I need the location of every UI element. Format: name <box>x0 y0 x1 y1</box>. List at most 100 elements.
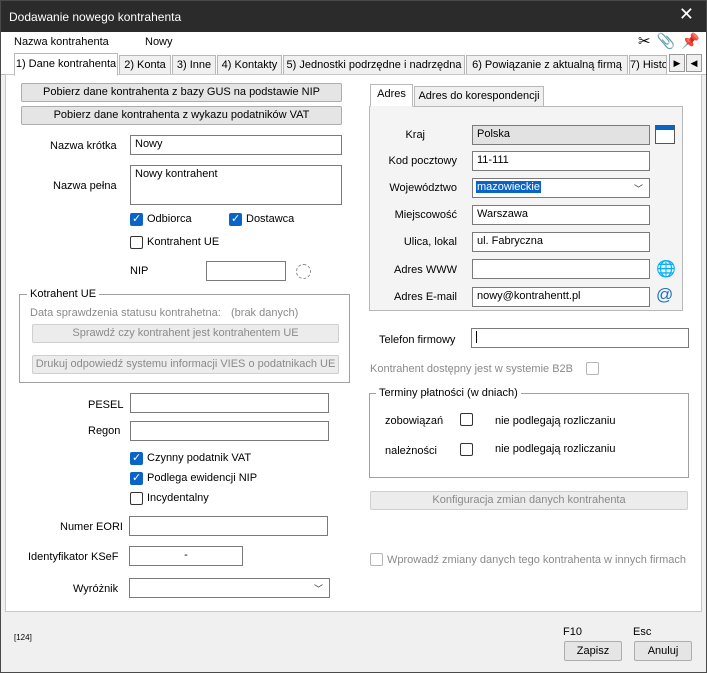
phone-input[interactable] <box>471 328 689 348</box>
short-name-input[interactable]: Nowy <box>130 135 342 155</box>
street-input[interactable]: ul. Fabryczna <box>472 232 650 252</box>
city-input[interactable]: Warszawa <box>472 205 650 225</box>
kontrahent-ue-checkbox[interactable] <box>130 236 143 249</box>
marker-label: Wyróżnik <box>73 583 119 595</box>
www-input[interactable] <box>472 259 650 279</box>
vat-active-label: Czynny podatnik VAT <box>147 452 252 464</box>
toolbar-icons: ✂ 📎 📌 <box>638 33 700 51</box>
nip-label: NIP <box>130 265 149 277</box>
dostawca-label: Dostawca <box>246 213 295 225</box>
address-panel: Kraj Polska Kod pocztowy 11-111 Wojewódz… <box>369 106 683 311</box>
email-label: Adres E-mail <box>394 291 457 303</box>
ue-check-date-value: (brak danych) <box>231 307 299 319</box>
contractor-name-label: Nazwa kontrahenta <box>14 36 109 48</box>
liabilities-label: zobowiązań <box>385 415 444 427</box>
tab-inne[interactable]: 3) Inne <box>172 55 216 75</box>
ue-group-title: Kotrahent UE <box>27 288 100 300</box>
at-sign-icon[interactable]: @ <box>656 285 673 305</box>
postcode-input[interactable]: 11-111 <box>472 151 650 171</box>
title-bar: Dodawanie nowego kontrahenta ✕ <box>1 1 706 32</box>
tab-dane-kontrahenta[interactable]: 1) Dane kontrahenta <box>14 53 118 76</box>
incidental-checkbox[interactable] <box>130 492 143 505</box>
tab-jednostki[interactable]: 5) Jednostki podrzędne i nadrzędna <box>283 55 465 75</box>
propagate-checkbox[interactable] <box>370 553 383 566</box>
cancel-shortcut: Esc <box>633 626 652 638</box>
ksef-field: - <box>129 546 243 566</box>
email-input[interactable]: nowy@kontrahentt.pl <box>472 287 650 307</box>
odbiorca-label: Odbiorca <box>147 213 192 225</box>
scissors-icon[interactable]: ✂ <box>638 33 651 51</box>
voivodeship-value: mazowieckie <box>476 181 541 193</box>
nip-verify-icon[interactable] <box>296 264 311 279</box>
dostawca-checkbox[interactable] <box>229 212 242 226</box>
b2b-checkbox[interactable] <box>586 362 599 375</box>
cancel-button[interactable]: Anuluj <box>634 641 692 661</box>
regon-input[interactable] <box>130 421 329 441</box>
receivables-note: nie podlegają rozliczaniu <box>495 443 616 455</box>
tab-scroll-left-icon[interactable]: ◀ <box>686 54 702 72</box>
liabilities-note: nie podlegają rozliczaniu <box>495 415 616 427</box>
country-picker-icon[interactable] <box>655 125 675 144</box>
tab-address[interactable]: Adres <box>370 84 413 107</box>
chevron-down-icon: ﹀ <box>633 184 643 194</box>
kontrahent-ue-label: Kontrahent UE <box>147 236 220 248</box>
nip-input[interactable] <box>206 261 286 281</box>
contractor-name-bar: Nazwa kontrahenta Nowy ✂ 📎 📌 <box>1 32 706 53</box>
marker-select[interactable]: ﹀ <box>129 578 330 598</box>
eori-input[interactable] <box>129 516 328 536</box>
pin-icon[interactable]: 📌 <box>681 33 700 51</box>
ue-check-date-label: Data sprawdzenia statusu kontrahetna: <box>30 307 221 319</box>
tab-konta[interactable]: 2) Konta <box>119 55 171 75</box>
pesel-input[interactable] <box>130 393 329 413</box>
country-label: Kraj <box>405 129 425 141</box>
www-label: Adres WWW <box>394 264 457 276</box>
voivodeship-label: Województwo <box>389 182 457 194</box>
fetch-gus-button[interactable]: Pobierz dane kontrahenta z bazy GUS na p… <box>21 83 342 102</box>
incidental-label: Incydentalny <box>147 492 209 504</box>
postcode-label: Kod pocztowy <box>388 155 457 167</box>
config-changes-button[interactable]: Konfiguracja zmian danych kontrahenta <box>370 491 688 510</box>
full-name-input[interactable]: Nowy kontrahent <box>130 165 342 205</box>
chevron-down-icon: ﹀ <box>313 584 323 594</box>
city-label: Miejscowość <box>394 209 457 221</box>
contractor-name-value: Nowy <box>145 36 173 48</box>
print-vies-button[interactable]: Drukuj odpowiedź systemu informacji VIES… <box>32 355 339 374</box>
tab-correspondence-address[interactable]: Adres do korespondencji <box>414 86 544 106</box>
save-button[interactable]: Zapisz <box>564 641 622 661</box>
close-icon[interactable]: ✕ <box>679 5 694 23</box>
tab-scroll-right-icon[interactable]: ▶ <box>669 54 685 72</box>
globe-icon[interactable]: 🌐 <box>656 259 676 279</box>
odbiorca-checkbox[interactable] <box>130 212 143 226</box>
full-name-label: Nazwa pełna <box>53 180 117 192</box>
regon-label: Regon <box>88 425 121 437</box>
save-shortcut: F10 <box>563 626 582 638</box>
short-name-label: Nazwa krótka <box>50 140 117 152</box>
dialog-window: Dodawanie nowego kontrahenta ✕ Nazwa kon… <box>0 0 707 673</box>
payment-terms-title: Terminy płatności (w dniach) <box>376 387 521 399</box>
fetch-vat-button[interactable]: Pobierz dane kontrahenta z wykazu podatn… <box>21 106 342 125</box>
nip-registry-checkbox[interactable] <box>130 471 143 485</box>
eori-label: Numer EORI <box>60 521 123 533</box>
payment-terms-group <box>369 393 689 478</box>
check-ue-button[interactable]: Sprawdź czy kontrahent jest kontrahentem… <box>32 324 339 343</box>
voivodeship-select[interactable]: mazowieckie ﹀ <box>472 178 650 198</box>
tab-content: Pobierz dane kontrahenta z bazy GUS na p… <box>5 74 702 612</box>
status-code: [124] <box>14 633 32 642</box>
receivables-label: należności <box>385 445 437 457</box>
ksef-label: Identyfikator KSeF <box>28 551 119 563</box>
vat-active-checkbox[interactable] <box>130 451 143 465</box>
street-label: Ulica, lokal <box>403 236 457 248</box>
country-field: Polska <box>472 125 650 145</box>
paperclip-icon[interactable]: 📎 <box>657 33 676 51</box>
tab-kontakty[interactable]: 4) Kontakty <box>217 55 282 75</box>
b2b-label: Kontrahent dostępny jest w systemie B2B <box>370 363 573 375</box>
propagate-label: Wprowadź zmiany danych tego kontrahenta … <box>387 554 686 566</box>
window-title: Dodawanie nowego kontrahenta <box>9 10 182 24</box>
phone-label: Telefon firmowy <box>379 334 456 346</box>
tab-bar: 1) Dane kontrahenta 2) Konta 3) Inne 4) … <box>1 53 706 76</box>
liabilities-checkbox[interactable] <box>460 413 473 426</box>
tab-powiazanie[interactable]: 6) Powiązanie z aktualną firmą <box>466 55 628 75</box>
nip-registry-label: Podlega ewidencji NIP <box>147 472 258 484</box>
tab-historia[interactable]: 7) Historia <box>629 55 667 75</box>
receivables-checkbox[interactable] <box>460 443 473 456</box>
